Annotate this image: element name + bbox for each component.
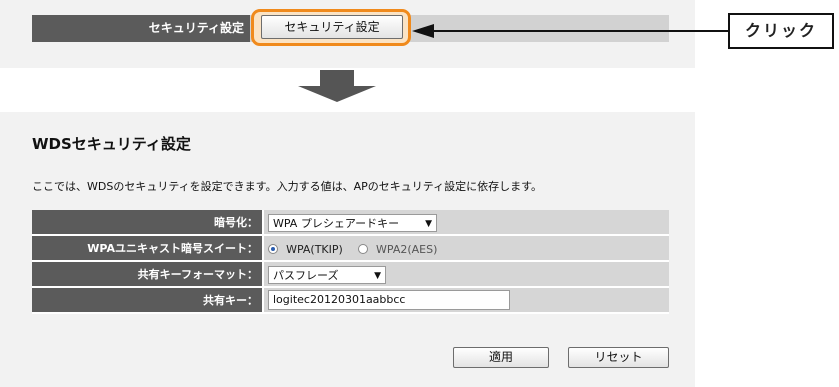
encryption-value: WPA プレシェアードキー [273,216,400,230]
apply-button[interactable]: 適用 [453,347,549,368]
cipher-row: WPAユニキャスト暗号スイート： WPA(TKIP) WPA2(AES) [32,235,669,262]
shared-key-field[interactable]: logitec20120301aabbcc [268,290,510,311]
cipher-label: WPAユニキャスト暗号スイート： [32,235,264,262]
reset-button[interactable]: リセット [568,347,669,368]
security-settings-row-label: セキュリティ設定 [32,15,250,42]
key-format-select[interactable]: パスフレーズ ▼ [268,265,386,284]
shared-key-label: 共有キー： [32,287,264,314]
key-format-value: パスフレーズ [273,268,339,282]
security-settings-button[interactable]: セキュリティ設定 [261,15,403,39]
callout-arrow-line [432,30,728,32]
cipher-radio-tkip[interactable] [268,244,278,254]
chevron-down-icon: ▼ [425,218,432,229]
chevron-down-icon: ▼ [374,270,381,281]
arrow-left-icon [412,24,434,38]
cipher-option-aes[interactable]: WPA2(AES) [376,243,437,256]
key-format-row: 共有キーフォーマット： パスフレーズ ▼ [32,261,669,288]
cipher-option-tkip[interactable]: WPA(TKIP) [286,243,343,256]
cipher-radio-aes[interactable] [357,244,368,254]
shared-key-row: 共有キー： logitec20120301aabbcc [32,287,669,314]
settings-table: 暗号化： WPA プレシェアードキー ▼ WPAユニキャスト暗号スイート： WP… [32,210,669,314]
page-title: WDSセキュリティ設定 [32,135,191,153]
key-format-label: 共有キーフォーマット： [32,261,264,288]
encryption-label: 暗号化： [32,210,264,236]
panel-description: ここでは、WDSのセキュリティを設定できます。入力する値は、APのセキュリティ設… [32,180,542,193]
encryption-row: 暗号化： WPA プレシェアードキー ▼ [32,210,669,236]
encryption-select[interactable]: WPA プレシェアードキー ▼ [268,213,437,232]
arrow-down-icon [320,70,354,86]
arrow-down-head [298,86,376,102]
click-callout: クリック [728,13,834,49]
